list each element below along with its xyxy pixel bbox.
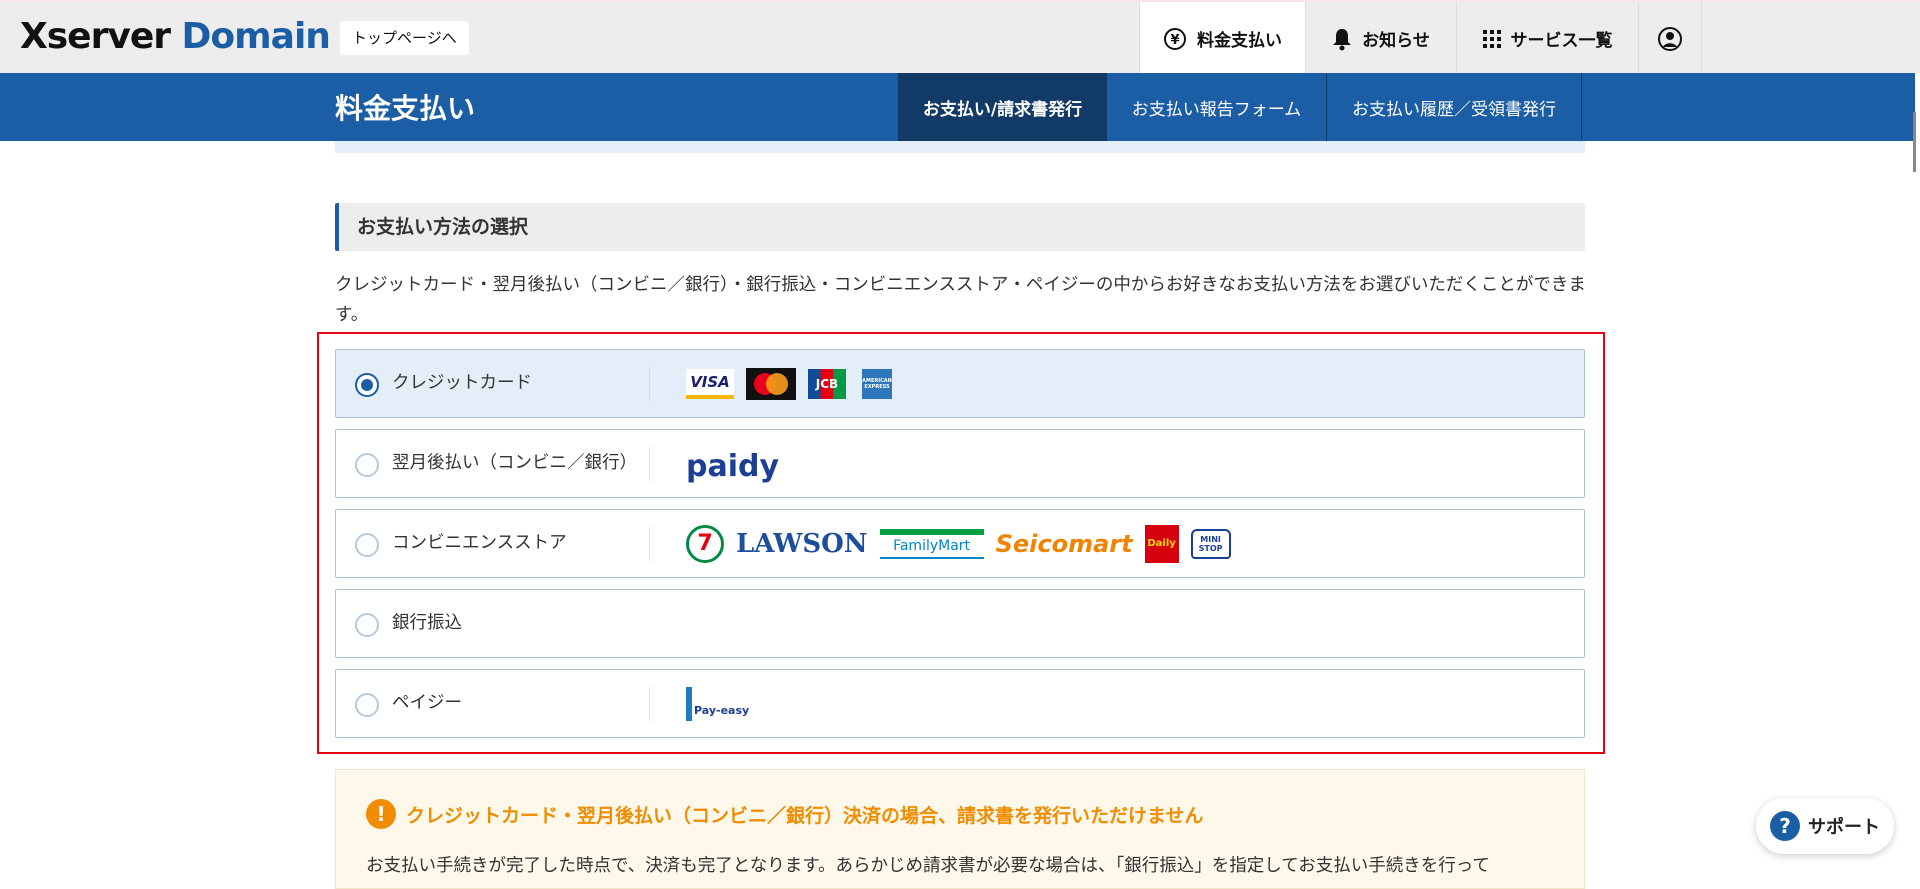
bell-icon	[1332, 27, 1352, 51]
seven-eleven-logo: 7	[686, 524, 724, 563]
warning-box: ! クレジットカード・翌月後払い（コンビニ／銀行）決済の場合、請求書を発行いただけ…	[335, 769, 1585, 889]
radio-bank-transfer[interactable]	[355, 613, 379, 637]
option-bank-transfer[interactable]: 銀行振込	[335, 589, 1585, 658]
page-title: 料金支払い	[335, 92, 476, 125]
logo-text: Xserver	[20, 16, 171, 57]
mastercard-logo	[746, 367, 796, 400]
daily-logo: Daily	[1144, 524, 1179, 563]
top-page-link[interactable]: トップページへ	[340, 21, 469, 55]
info-strip	[335, 141, 1585, 153]
logo-text: Domain	[181, 16, 331, 57]
radio-deferred-payment[interactable]	[355, 453, 379, 477]
nav-notifications[interactable]: お知らせ	[1305, 2, 1456, 75]
ministop-logo: MINI STOP	[1190, 528, 1231, 559]
amex-logo: AMERICAN EXPRESS	[862, 368, 892, 399]
user-icon	[1657, 26, 1683, 52]
option-label: クレジットカード	[392, 373, 532, 393]
option-label: 銀行振込	[392, 613, 462, 633]
yen-icon: ¥	[1163, 27, 1187, 51]
option-credit-card[interactable]: クレジットカード VISA JCB AMERICAN EXPRESS	[335, 349, 1585, 418]
section-heading: お支払い方法の選択	[335, 203, 1585, 251]
scrollbar[interactable]	[1913, 112, 1916, 172]
nav-account[interactable]	[1638, 2, 1702, 75]
radio-pay-easy[interactable]	[355, 693, 379, 717]
support-button[interactable]: ? サポート	[1756, 798, 1894, 854]
question-icon: ?	[1770, 811, 1800, 841]
nav-services[interactable]: サービス一覧	[1456, 2, 1638, 75]
divider	[649, 687, 650, 721]
divider	[649, 527, 650, 561]
option-deferred-payment[interactable]: 翌月後払い（コンビニ／銀行） paidy	[335, 429, 1585, 498]
nav-label: 料金支払い	[1197, 31, 1282, 51]
radio-credit-card[interactable]	[355, 373, 379, 397]
pay-easy-logo: Pay-easy	[686, 686, 751, 721]
option-label: ペイジー	[392, 693, 462, 713]
visa-logo: VISA	[686, 368, 734, 399]
divider	[649, 447, 650, 481]
top-header: Xserver Domain トップページへ ¥ 料金支払い お知らせ サービス…	[0, 0, 1920, 75]
lawson-logo: LAWSON	[736, 528, 868, 559]
seicomart-logo: Seicomart	[995, 529, 1133, 558]
option-label: 翌月後払い（コンビニ／銀行）	[392, 453, 637, 473]
nav-payment[interactable]: ¥ 料金支払い	[1139, 2, 1305, 75]
paidy-logo: paidy	[686, 449, 780, 484]
svg-text:¥: ¥	[1170, 33, 1179, 48]
nav-label: サービス一覧	[1510, 31, 1613, 51]
section-description: クレジットカード・翌月後払い（コンビニ／銀行）・銀行振込・コンビニエンスストア・…	[335, 275, 1586, 325]
warning-title: クレジットカード・翌月後払い（コンビニ／銀行）決済の場合、請求書を発行いただけま…	[406, 804, 1204, 827]
divider	[649, 367, 650, 401]
option-convenience-store[interactable]: コンビニエンスストア 7 LAWSON FamilyMart Seicomart…	[335, 509, 1585, 578]
sub-navigation: 料金支払い お支払い/請求書発行 お支払い報告フォーム お支払い履歴／受領書発行	[0, 73, 1915, 141]
grid-icon	[1482, 29, 1501, 48]
option-pay-easy[interactable]: ペイジー Pay-easy	[335, 669, 1585, 738]
warning-text: お支払い手続きが完了した時点で、決済も完了となります。あらかじめ請求書が必要な場…	[366, 856, 1490, 876]
support-label: サポート	[1808, 817, 1880, 838]
tab-payment-report[interactable]: お支払い報告フォーム	[1106, 73, 1326, 141]
radio-convenience-store[interactable]	[355, 533, 379, 557]
familymart-logo: FamilyMart	[879, 528, 984, 559]
exclamation-icon: !	[366, 799, 396, 829]
jcb-logo: JCB	[808, 368, 846, 399]
option-label: コンビニエンスストア	[392, 533, 567, 553]
tab-payment-invoice[interactable]: お支払い/請求書発行	[898, 73, 1106, 141]
xserver-domain-logo[interactable]: Xserver Domain	[20, 16, 331, 57]
nav-label: お知らせ	[1362, 31, 1430, 51]
tab-payment-history[interactable]: お支払い履歴／受領書発行	[1326, 73, 1582, 141]
